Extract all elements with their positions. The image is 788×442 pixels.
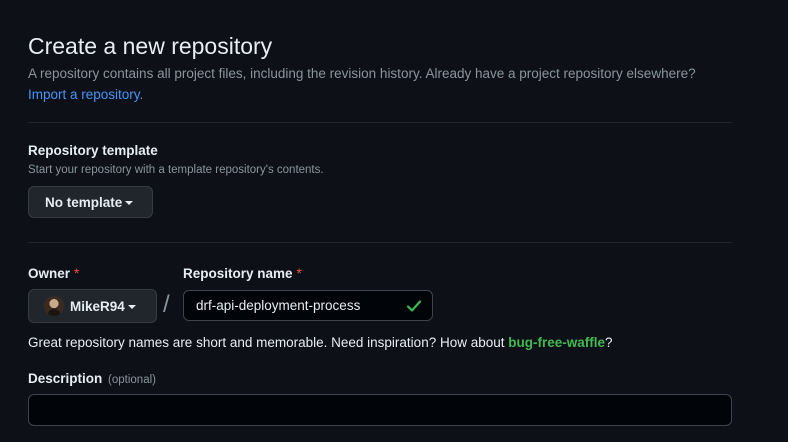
repo-name-label-text: Repository name xyxy=(183,266,293,281)
repository-name-value: drf-api-deployment-process xyxy=(196,298,361,313)
new-repository-page: Create a new repository A repository con… xyxy=(0,0,788,442)
template-dropdown-label: No template xyxy=(45,194,123,210)
caret-down-icon xyxy=(127,304,136,309)
repository-name-input[interactable]: drf-api-deployment-process xyxy=(183,290,433,321)
template-label: Repository template xyxy=(28,143,158,158)
page-subtitle: A repository contains all project files,… xyxy=(28,66,696,81)
owner-avatar xyxy=(44,296,64,316)
section-divider xyxy=(28,122,732,123)
required-mark: * xyxy=(296,266,302,281)
description-label-text: Description xyxy=(28,371,103,386)
owner-repo-separator: / xyxy=(163,291,170,318)
owner-label-text: Owner xyxy=(28,266,71,281)
name-hint: Great repository names are short and mem… xyxy=(28,334,613,352)
name-hint-suffix: ? xyxy=(605,335,613,350)
required-mark: * xyxy=(74,266,80,281)
template-dropdown-button[interactable]: No template xyxy=(28,186,153,218)
section-divider xyxy=(28,242,732,243)
description-label: Description (optional) xyxy=(28,370,156,389)
owner-dropdown-button[interactable]: MikeR94 xyxy=(28,289,157,323)
repo-name-label: Repository name * xyxy=(183,265,302,283)
template-note: Start your repository with a template re… xyxy=(28,164,324,176)
import-repository-link[interactable]: Import a repository. xyxy=(28,86,143,104)
caret-down-icon xyxy=(125,200,134,205)
page-title: Create a new repository xyxy=(28,33,273,59)
owner-label: Owner * xyxy=(28,265,79,283)
description-input[interactable] xyxy=(28,394,732,426)
optional-note: (optional) xyxy=(108,374,156,386)
owner-name: MikeR94 xyxy=(70,298,125,314)
name-suggestion-link[interactable]: bug-free-waffle xyxy=(508,335,605,350)
name-hint-text: Great repository names are short and mem… xyxy=(28,335,509,350)
check-icon xyxy=(406,300,422,312)
